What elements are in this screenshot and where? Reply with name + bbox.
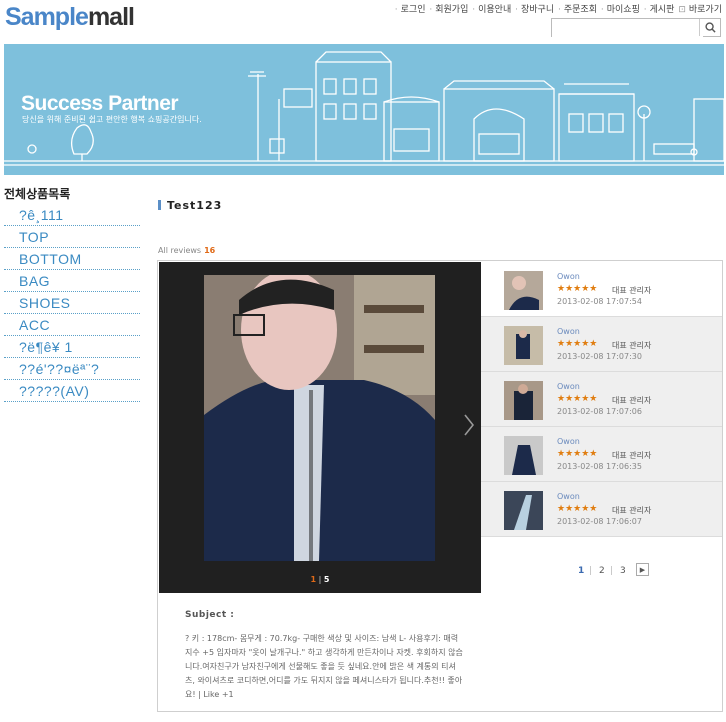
sidebar-item-top[interactable]: TOP [4, 226, 140, 248]
search-button[interactable] [699, 19, 720, 36]
review-panel: 1 | 5 Owon ★★★★★ 대표 관리자 2013-02-08 17:07… [157, 260, 723, 712]
review-item[interactable]: Owon ★★★★★ 대표 관리자 2013-02-08 17:07:30 [481, 317, 722, 372]
nav-order[interactable]: 주문조회 [564, 5, 597, 15]
reviews-count: All reviews 16 [158, 246, 216, 255]
review-item[interactable]: Owon ★★★★★ 대표 관리자 2013-02-08 17:06:07 [481, 482, 722, 537]
reviewer-role: 대표 관리자 [612, 506, 652, 515]
page-link-1[interactable]: 1 [578, 566, 584, 576]
nav-login[interactable]: 로그인 [401, 5, 426, 15]
page-title: Test123 [158, 199, 222, 212]
sidebar-item-bottom[interactable]: BOTTOM [4, 248, 140, 270]
search-input[interactable] [552, 23, 703, 40]
reviewer-role: 대표 관리자 [612, 341, 652, 350]
review-thumbnail [504, 271, 543, 310]
main-banner[interactable]: Success Partner 당신을 위해 준비된 쉽고 편안한 행복 쇼핑공… [4, 44, 724, 175]
star-rating: ★★★★★ [557, 504, 598, 514]
review-date: 2013-02-08 17:07:06 [557, 407, 642, 416]
nav-join[interactable]: 회원가입 [435, 5, 468, 15]
sidebar-item-bag[interactable]: BAG [4, 270, 140, 292]
review-subject: Subject : [185, 610, 235, 620]
chevron-right-icon [464, 414, 475, 436]
star-rating: ★★★★★ [557, 449, 598, 459]
reviewer-name: Owon [557, 382, 580, 391]
sidebar-item-7[interactable]: ?ë¶ê¥ 1 [4, 336, 140, 358]
reviewer-name: Owon [557, 327, 580, 336]
reviewer-name: Owon [557, 272, 580, 281]
sidebar-item-shoes[interactable]: SHOES [4, 292, 140, 314]
star-rating: ★★★★★ [557, 339, 598, 349]
review-item[interactable]: Owon ★★★★★ 대표 관리자 2013-02-08 17:07:54 [481, 262, 722, 317]
title-marker [158, 200, 161, 210]
review-date: 2013-02-08 17:07:30 [557, 352, 642, 361]
review-thumbnail [504, 326, 543, 365]
nav-guide[interactable]: 이용안내 [478, 5, 511, 15]
banner-subtitle: 당신을 위해 준비된 쉽고 편안한 행복 쇼핑공간입니다. [22, 115, 202, 124]
review-list: Owon ★★★★★ 대표 관리자 2013-02-08 17:07:54 Ow… [481, 262, 722, 537]
sidebar-item-9[interactable]: ?????(AV) [4, 380, 140, 402]
review-body: ? 키 : 178cm- 몸무게 : 70.7kg- 구매한 색상 및 사이즈:… [185, 634, 463, 699]
search-icon [704, 22, 716, 33]
category-sidebar: 전체상품목록 ?ê¸111 TOP BOTTOM BAG SHOES ACC ?… [4, 185, 140, 402]
nav-shortcut[interactable]: 바로가기 [689, 5, 722, 15]
top-navigation: · 로그인 · 회원가입 · 이용안내 · 장바구니 · 주문조회 · 마이쇼핑 · 게시판 … [394, 5, 722, 15]
page-link-2[interactable]: 2 [599, 566, 605, 576]
reviews-count-number: 16 [204, 246, 216, 255]
review-thumbnail [504, 436, 543, 475]
review-photo[interactable] [204, 275, 435, 561]
review-date: 2013-02-08 17:06:07 [557, 517, 642, 526]
reviewer-name: Owon [557, 492, 580, 501]
nav-board[interactable]: 게시판 [650, 5, 675, 15]
banner-title: Success Partner [21, 92, 179, 115]
sidebar-heading: 전체상품목록 [4, 187, 71, 201]
review-item[interactable]: Owon ★★★★★ 대표 관리자 2013-02-08 17:06:35 [481, 427, 722, 482]
review-date: 2013-02-08 17:07:54 [557, 297, 642, 306]
play-icon: ▶ [639, 566, 646, 574]
sidebar-item-acc[interactable]: ACC [4, 314, 140, 336]
sidebar-item-1[interactable]: ?ê¸111 [4, 204, 140, 226]
review-content: Subject : ? 키 : 178cm- 몸무게 : 70.7kg- 구매한… [185, 610, 705, 702]
reviewer-role: 대표 관리자 [612, 286, 652, 295]
photo-viewer: 1 | 5 [159, 262, 481, 593]
search-box [551, 18, 721, 40]
nav-cart[interactable]: 장바구니 [521, 5, 554, 15]
site-logo[interactable]: Samplemall [5, 3, 135, 32]
next-page-button[interactable]: ▶ [636, 563, 649, 576]
reviewer-name: Owon [557, 437, 580, 446]
star-rating: ★★★★★ [557, 394, 598, 404]
review-thumbnail [504, 381, 543, 420]
nav-myshop[interactable]: 마이쇼핑 [607, 5, 640, 15]
reviewer-role: 대표 관리자 [612, 396, 652, 405]
review-thumbnail [504, 491, 543, 530]
photo-pager: 1 | 5 [310, 575, 330, 584]
star-rating: ★★★★★ [557, 284, 598, 294]
page-link-3[interactable]: 3 [620, 566, 626, 576]
review-date: 2013-02-08 17:06:35 [557, 462, 642, 471]
reviewer-role: 대표 관리자 [612, 451, 652, 460]
next-photo-button[interactable] [464, 414, 475, 442]
shortcut-icon: ⊡ [678, 5, 686, 15]
sidebar-item-8[interactable]: ??é'??¤ëª¨? [4, 358, 140, 380]
review-item[interactable]: Owon ★★★★★ 대표 관리자 2013-02-08 17:07:06 [481, 372, 722, 427]
